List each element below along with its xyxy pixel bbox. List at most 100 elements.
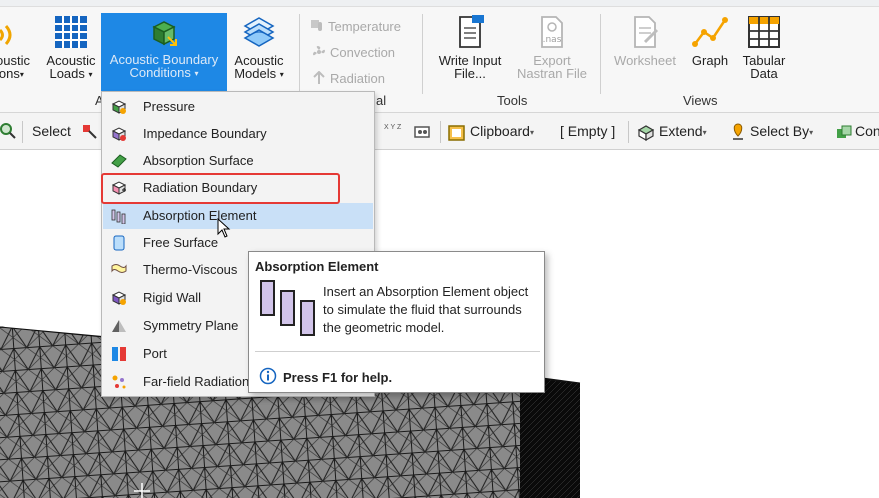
write-file-icon [459,15,484,48]
port-icon [112,347,126,361]
layered-model-icon [243,17,275,47]
acoustic-models-button[interactable]: Acoustic Models ▾ [228,14,290,92]
acoustic-boundary-conditions-button[interactable]: Acoustic Boundary Conditions ▾ [101,13,227,91]
write-input-label-2: File... [454,66,486,81]
graph-button[interactable]: Graph [686,14,734,92]
menu-item-label: Far-field Radiation [143,374,250,389]
select-button[interactable]: Select [32,123,71,139]
worksheet-button[interactable]: Worksheet [607,14,683,92]
clipboard-label: Clipboard [470,123,530,139]
thermo-viscous-icon [111,264,127,273]
caret-icon: ▾ [88,70,93,80]
select-by-label: Select By [750,123,810,139]
temperature-label: Temperature [328,19,401,34]
acoustic-boundary-label-2: Conditions [129,65,191,80]
clipboard-empty-status: [ Empty ] [560,123,616,139]
crosshair-icon [134,483,150,498]
ribbon-separator [299,14,300,94]
absorption-surface-icon [111,154,127,168]
select-mode-icon[interactable] [82,124,98,140]
export-nastran-button[interactable]: .nas Export Nastran File [510,14,594,92]
menu-item-label: Absorption Surface [143,153,254,168]
caret-icon: ▾ [19,70,24,80]
ribbon-separator [422,14,423,94]
menu-item-label: Symmetry Plane [143,318,239,333]
group-label-middle: al [376,93,387,108]
caret-icon: ▾ [702,127,707,137]
symmetry-plane-icon [112,320,126,332]
rigid-wall-icon [111,291,127,305]
group-label-tools: Tools [497,93,528,108]
acoustic-loads-label-2: Loads [49,66,85,81]
radiation-label: Radiation [330,71,385,86]
zoom-icon[interactable] [0,123,16,139]
radiation-item[interactable]: Radiation [312,71,385,86]
info-icon [259,367,277,385]
tabular-data-button[interactable]: Tabular Data [736,14,792,92]
boundary-cube-icon [152,21,177,46]
sound-wave-icon [0,25,12,45]
convection-item[interactable]: Convection [312,45,395,60]
mouse-cursor-icon [217,218,231,238]
table-icon [748,16,780,48]
toolbar-separator [628,121,629,143]
group-label-views: Views [683,93,718,108]
menu-item-impedance-boundary[interactable]: Impedance Boundary [103,121,373,147]
menu-item-pressure[interactable]: Pressure [103,94,373,120]
absorption-element-icon [111,209,126,224]
tooltip-help-text: Press F1 for help. [283,370,393,385]
worksheet-icon [634,16,659,48]
caret-icon: ▾ [809,127,814,137]
menu-item-label: Thermo-Viscous [143,262,238,277]
radiation-icon [313,71,325,84]
connect-menu[interactable]: Con [855,123,879,139]
ribbon-separator [600,14,601,94]
temperature-icon [311,20,322,31]
menu-item-label: Rigid Wall [143,290,202,305]
menu-item-label: Pressure [143,99,196,114]
impedance-icon [111,127,127,141]
graph-icon [692,17,728,47]
acoustic-excitations-button[interactable]: oustic ions▾ [0,20,36,92]
graph-label: Graph [691,53,729,68]
menu-item-label: Absorption Element [143,208,257,223]
clipboard-menu[interactable]: Clipboard▾ [470,123,534,139]
select-by-menu[interactable]: Select By▾ [750,123,813,139]
caret-icon: ▾ [279,70,284,80]
acoustic-models-label-2: Models [234,66,277,81]
absorption-element-tooltip: Absorption Element Insert an Absorption … [248,251,545,393]
write-input-file-button[interactable]: Write Input File... [430,14,510,92]
menu-item-absorption-surface[interactable]: Absorption Surface [103,148,373,174]
menu-item-label: Port [143,346,167,361]
far-field-icon [112,375,126,389]
menu-item-label: Impedance Boundary [143,126,267,141]
free-surface-icon [113,235,125,251]
pressure-icon [111,100,127,114]
menu-item-label: Free Surface [143,235,219,250]
extend-label: Extend [659,123,703,139]
tabular-label-2: Data [750,66,778,81]
ribbon-top-strip [0,0,879,7]
menu-item-absorption-element[interactable]: Absorption Element [103,203,373,229]
temperature-item[interactable]: Temperature [310,19,401,34]
toolbar-separator [22,121,23,143]
acoustic-loads-button[interactable]: Acoustic Loads ▾ [42,14,100,92]
tooltip-description: Insert an Absorption Element object to s… [323,284,529,335]
export-label-2: Nastran File [516,66,588,81]
toolbar-separator [440,121,441,143]
absorption-element-large-icon [260,280,315,336]
tooltip-title: Absorption Element [255,259,379,274]
convection-label: Convection [330,45,396,60]
nas-file-icon: .nas [541,16,563,48]
connect-icon [837,125,852,138]
extend-icon [637,125,655,142]
convection-icon [313,46,325,56]
coordinate-icon[interactable]: X Y Z [384,124,401,131]
worksheet-label: Worksheet [614,53,676,68]
grid-load-icon [55,16,87,48]
extend-menu[interactable]: Extend▾ [659,123,707,139]
caret-icon: ▾ [529,127,534,137]
caret-icon: ▾ [194,69,199,79]
tooltip-divider [255,351,540,352]
camera-view-icon[interactable] [414,125,432,139]
